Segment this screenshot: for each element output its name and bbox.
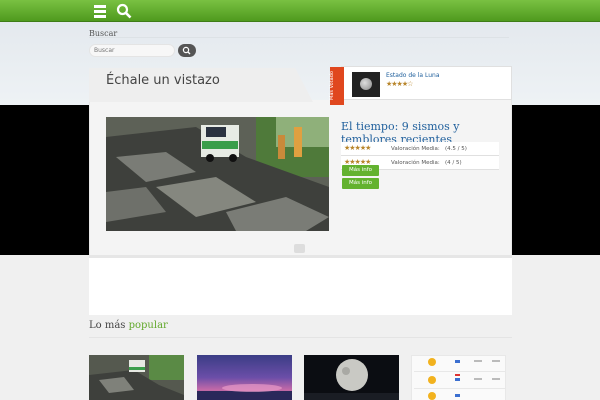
rating-label: Valoración Media:	[391, 160, 440, 166]
menu-icon[interactable]	[92, 3, 108, 19]
slider-handle[interactable]	[294, 244, 305, 253]
popular-thumbnail[interactable]	[197, 355, 292, 400]
rating-label: Valoración Media:	[391, 146, 440, 152]
popular-heading: Lo más popular	[89, 320, 168, 331]
search-label: Buscar	[89, 29, 118, 38]
moon-thumbnail[interactable]	[352, 72, 380, 97]
featured-heading: Échale un vistazo	[106, 73, 220, 88]
search-icon[interactable]	[116, 3, 132, 19]
search-button[interactable]	[178, 44, 196, 57]
rating-value: (4.5 / 5)	[445, 146, 467, 152]
rating-stars: ★★★★★	[344, 144, 371, 152]
search-input[interactable]	[89, 44, 175, 57]
popular-heading-accent: popular	[128, 320, 168, 331]
popular-thumbnail[interactable]	[304, 355, 399, 400]
more-info-button[interactable]: Más info	[342, 165, 379, 176]
ribbon-label: Más Votado	[329, 71, 335, 101]
popular-thumbnail[interactable]	[89, 355, 184, 400]
top-navbar	[0, 0, 600, 22]
popular-heading-plain: Lo más	[89, 320, 126, 331]
most-voted-rating: ★★★★☆	[386, 80, 413, 88]
divider	[89, 255, 512, 258]
rating-value: (4 / 5)	[445, 160, 462, 166]
featured-image[interactable]	[106, 117, 329, 231]
more-info-button[interactable]: Más info	[342, 178, 379, 189]
divider	[89, 37, 509, 38]
divider	[89, 337, 512, 338]
popular-thumbnail[interactable]	[411, 355, 506, 400]
content-area	[89, 255, 512, 315]
most-voted-title[interactable]: Estado de la Luna	[386, 72, 440, 79]
rating-row: ★★★★★ Valoración Media: (4.5 / 5)	[341, 142, 499, 156]
